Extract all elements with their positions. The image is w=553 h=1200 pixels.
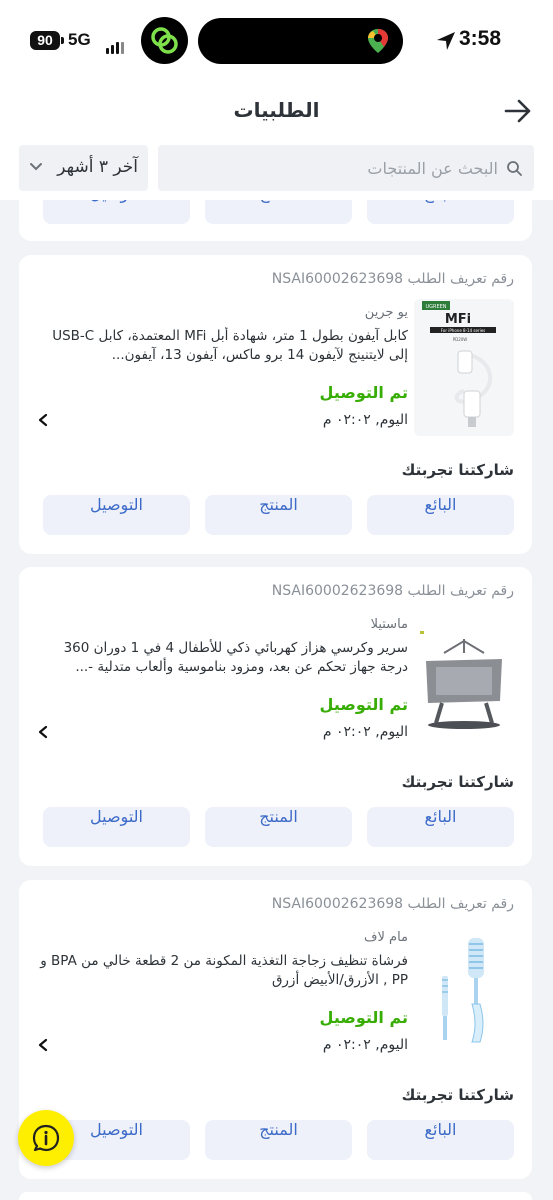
delivery-time: اليوم, ٠٢:٠٢ م [322, 412, 408, 428]
thumb-power: PD20W [453, 337, 468, 342]
app-activity-icon[interactable] [141, 17, 188, 64]
map-pin-icon [368, 29, 388, 53]
rate-seller-button[interactable]: البائع [367, 1120, 514, 1160]
feedback-row: البائع المنتج التوصيل [43, 807, 514, 847]
share-experience-label: شاركتنا تجربتك [401, 773, 514, 791]
share-experience-label: شاركتنا تجربتك [401, 461, 514, 479]
rate-seller-button[interactable]: البائع [367, 495, 514, 535]
date-filter-label: آخر ٣ أشهر [57, 157, 138, 177]
location-arrow-icon [437, 32, 455, 50]
status-bar: 90 5G 3:58 [0, 0, 553, 84]
feedback-row: البائع المنتج التوصيل [43, 1120, 514, 1160]
product-image [414, 924, 514, 1061]
product-image [414, 611, 514, 748]
order-card[interactable]: رقم تعريف الطلب NSAI60002623698 مام لاف … [19, 880, 532, 1179]
delivery-time: اليوم, ٠٢:٠٢ م [322, 1037, 408, 1053]
product-name[interactable]: فرشاة تنظيف زجاجة التغذية المكونة من 2 ق… [33, 952, 408, 990]
product-name[interactable]: كابل آيفون بطول 1 متر، شهادة أبل MFi الم… [33, 327, 408, 365]
help-button[interactable] [18, 1110, 74, 1166]
feedback-row: البائع المنتج التوصيل [43, 495, 514, 535]
rate-seller-button[interactable]: البائع [367, 807, 514, 847]
search-icon [507, 161, 522, 176]
header: الطلبيات آخر ٣ أشهر [0, 84, 553, 200]
product-brand: مام لاف [364, 930, 408, 945]
info-icon [32, 1124, 60, 1152]
dynamic-island [198, 18, 403, 64]
product-brand: يو جرين [364, 305, 408, 320]
clock: 3:58 [459, 27, 502, 50]
rate-product-button[interactable]: المنتج [205, 807, 352, 847]
rate-product-button[interactable]: المنتج [205, 1120, 352, 1160]
order-status: تم التوصيل [319, 383, 408, 402]
search-input[interactable] [178, 145, 498, 191]
order-card-peek [19, 1192, 532, 1200]
search-box[interactable] [158, 145, 534, 191]
rate-delivery-button[interactable]: التوصيل [43, 495, 190, 535]
order-id: رقم تعريف الطلب NSAI60002623698 [271, 583, 514, 599]
share-experience-label: شاركتنا تجربتك [401, 1086, 514, 1104]
battery-indicator: 90 [30, 31, 64, 50]
chevron-left-icon[interactable] [37, 725, 49, 739]
page-title: الطلبيات [233, 98, 320, 122]
delivery-time: اليوم, ٠٢:٠٢ م [322, 724, 408, 740]
signal-icon [106, 35, 126, 54]
rate-delivery-button[interactable]: التوصيل [43, 807, 190, 847]
product-name[interactable]: سرير وكرسي هزاز كهربائي ذكي للأطفال 4 في… [33, 639, 408, 677]
back-button[interactable] [503, 96, 533, 126]
order-id: رقم تعريف الطلب NSAI60002623698 [271, 896, 514, 912]
order-status: تم التوصيل [319, 1008, 408, 1027]
thumb-brand: UGREEN [425, 304, 446, 310]
order-card[interactable]: رقم تعريف الطلب NSAI60002623698 ماستيلا … [19, 567, 532, 866]
thumb-mfi: MFi [445, 312, 471, 327]
arrow-right-icon [504, 99, 531, 123]
order-id: رقم تعريف الطلب NSAI60002623698 [271, 271, 514, 287]
product-image: UGREEN MFi For iPhone 8-14 series PD20W [414, 299, 514, 436]
order-card[interactable]: رقم تعريف الطلب NSAI60002623698 UGREEN M… [19, 255, 532, 554]
date-filter-select[interactable]: آخر ٣ أشهر [19, 145, 148, 191]
chevron-left-icon[interactable] [37, 413, 49, 427]
product-brand: ماستيلا [370, 617, 408, 632]
chevron-down-icon [30, 163, 42, 171]
rate-product-button[interactable]: المنتج [205, 495, 352, 535]
thumb-series: For iPhone 8-14 series [441, 328, 486, 333]
order-status: تم التوصيل [319, 695, 408, 714]
network-type: 5G [68, 30, 91, 49]
chevron-left-icon[interactable] [37, 1038, 49, 1052]
